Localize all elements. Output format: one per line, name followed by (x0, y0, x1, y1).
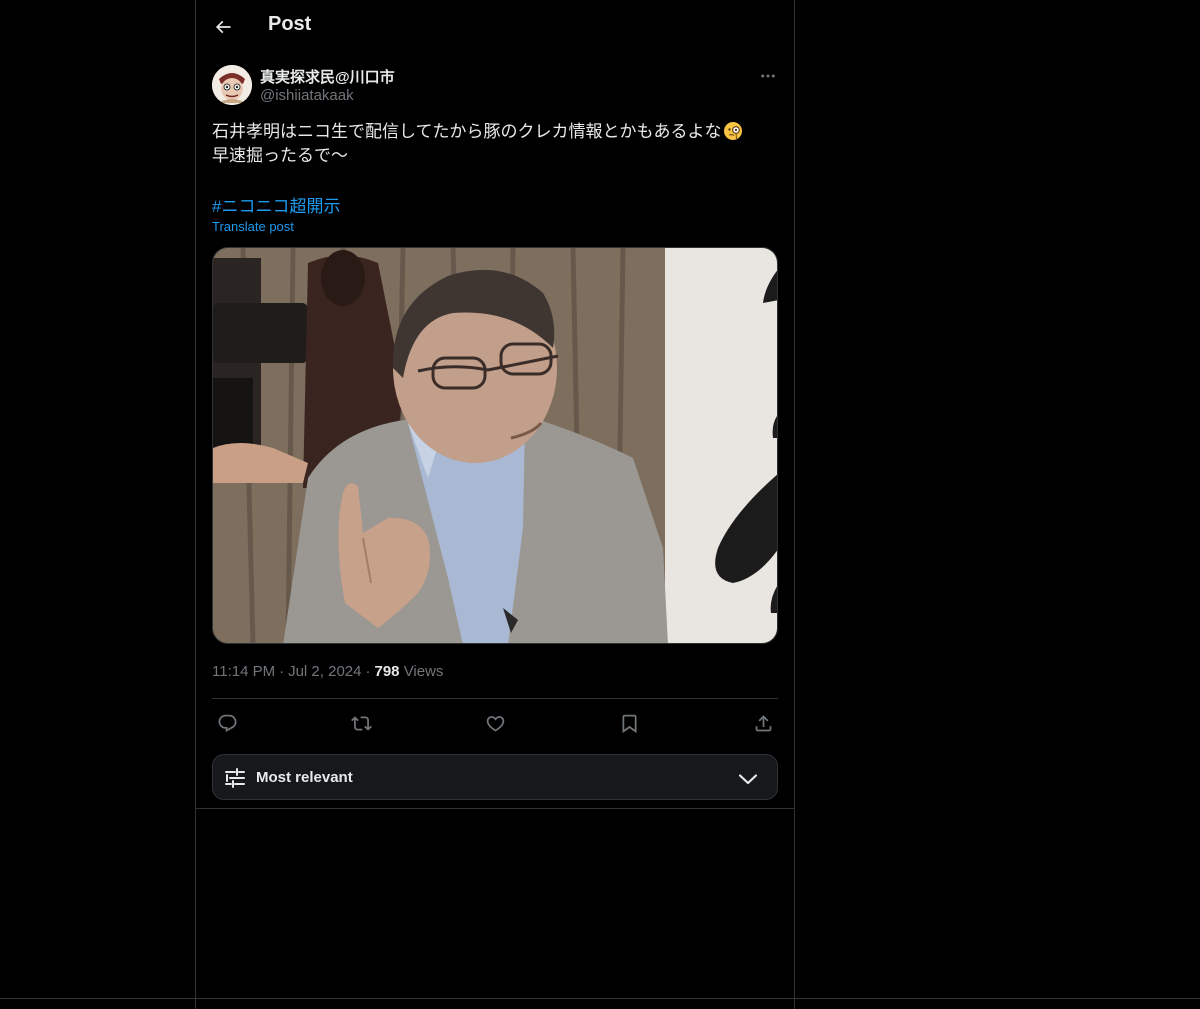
reply-icon (218, 714, 236, 732)
avatar[interactable] (212, 65, 252, 105)
post-text-line-2: 早速掘ったるで〜 (212, 146, 348, 165)
post-text: 石井孝明はニコ生で配信してたから豚のクレカ情報とかもあるよな 早速掘ったるで〜 (212, 120, 778, 168)
more-horizontal-icon (761, 74, 775, 78)
post-media-video[interactable] (212, 247, 778, 644)
post-time[interactable]: 11:14 PM (212, 663, 275, 680)
back-button[interactable] (208, 12, 238, 42)
face-with-monocle-emoji (723, 122, 742, 140)
share-button[interactable] (748, 708, 778, 738)
hashtag-link[interactable]: #ニコニコ超開示 (212, 192, 340, 217)
author-display-name[interactable]: 真実探求民@川口市 (260, 66, 395, 87)
like-icon (486, 715, 504, 732)
translate-post-link[interactable]: Translate post (212, 219, 294, 234)
post-text-line-1: 石井孝明はニコ生で配信してたから豚のクレカ情報とかもあるよな (212, 122, 722, 141)
author-handle[interactable]: @ishiiatakaak (260, 87, 354, 104)
repost-button[interactable] (346, 708, 376, 738)
main-column: Post 真実探求民@川口市 @ishiiatakaak 石井孝明はニコ生で配信… (195, 0, 795, 1009)
post-meta: 11:14 PM · Jul 2, 2024 · 798 Views (212, 663, 443, 680)
post-header: Post (196, 0, 794, 53)
post-date[interactable]: Jul 2, 2024 (288, 663, 361, 680)
like-button[interactable] (480, 708, 510, 738)
page-title: Post (268, 13, 312, 35)
meta-separator: · (365, 663, 371, 680)
arrow-left-icon (215, 20, 231, 34)
video-thumbnail (213, 248, 777, 643)
chevron-down-icon (738, 774, 758, 785)
share-icon (755, 714, 771, 731)
repost-icon (350, 715, 372, 731)
bookmark-icon (622, 714, 636, 733)
bottom-divider (0, 998, 1200, 999)
views-count: 798 (374, 663, 400, 680)
bookmark-button[interactable] (614, 708, 644, 738)
sliders-icon (225, 768, 245, 788)
reply-button[interactable] (212, 708, 242, 738)
views-label: Views (403, 663, 444, 680)
post-actions (212, 708, 778, 738)
reply-sort-dropdown[interactable]: Most relevant (212, 754, 778, 800)
meta-separator: · (279, 663, 285, 680)
section-divider (196, 808, 794, 809)
divider (212, 698, 778, 699)
sort-label: Most relevant (256, 769, 353, 786)
more-options-button[interactable] (756, 64, 780, 88)
